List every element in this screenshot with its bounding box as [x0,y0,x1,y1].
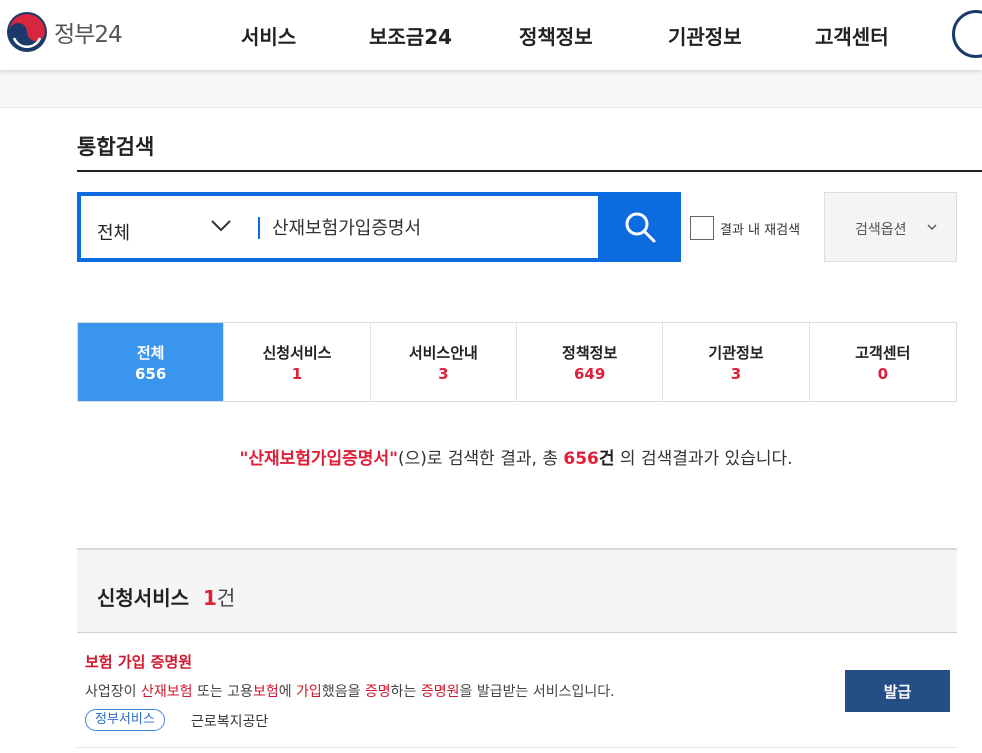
nav-item-service[interactable]: 서비스 [241,21,296,50]
taegeuk-emblem-icon [7,12,47,52]
result-middle-text: (으)로 검색한 결과, 총 [397,449,564,469]
description-text: 사업장이 [85,684,141,700]
tab-all[interactable]: 전체 656 [78,323,225,401]
section-title: 신청서비스 1건 [97,582,235,611]
description-text: 에 [278,684,297,700]
result-summary: "산재보험가입증명서"(으)로 검색한 결과, 총 656건 의 검색결과가 있… [0,444,982,469]
title-divider [77,170,982,172]
recheck-label: 결과 내 재검색 [720,222,801,238]
section-count: 1 [202,586,217,610]
tab-policy-info[interactable]: 정책정보 649 [517,323,664,401]
description-text: 하는 [390,684,421,700]
tab-label: 서비스안내 [408,343,478,362]
result-tail-text: 의 검색결과가 있습니다. [614,449,793,469]
tab-label: 고객센터 [855,343,911,362]
search-box: 전체 [77,192,681,262]
search-input[interactable] [264,196,594,258]
tab-label: 정책정보 [562,343,618,362]
result-count: 656 [563,449,599,469]
tab-application-service[interactable]: 신청서비스 1 [224,323,371,401]
chevron-down-icon [927,224,937,230]
site-header: 정부24 서비스 보조금24 정책정보 기관정보 고객센터 [0,0,982,70]
highlighted-keyword: 증명 [364,684,391,700]
highlighted-keyword: 가입 [296,684,322,700]
tab-label: 전체 [136,343,165,362]
tab-count: 1 [291,364,303,383]
result-unit: 건 [598,449,615,469]
list-item: 보험 가입 증명원 사업장이 산재보험 또는 고용보험에 가입했음을 증명하는 … [77,633,957,748]
nav-item-agency[interactable]: 기관정보 [668,21,742,50]
tab-count: 649 [573,364,606,383]
tab-count: 656 [135,364,167,383]
recheck-checkbox[interactable] [690,216,714,240]
recheck-toggle[interactable]: 결과 내 재검색 [690,216,800,240]
nav-item-policy[interactable]: 정책정보 [519,21,593,50]
item-title-link[interactable]: 보험 가입 증명원 [85,651,192,672]
section-title-label: 신청서비스 [97,586,189,610]
result-keyword: "산재보험가입증명서" [239,449,398,469]
tab-label: 기관정보 [708,343,764,362]
section-unit: 건 [216,586,236,610]
search-options-button[interactable]: 검색옵션 [824,192,957,262]
search-icon [625,212,655,243]
description-text: 또는 고용 [192,684,253,700]
search-options-label: 검색옵션 [855,222,907,238]
tab-customer-center[interactable]: 고객센터 0 [810,323,956,401]
issue-button[interactable]: 발급 [845,670,950,712]
tab-service-guide[interactable]: 서비스안내 3 [371,323,517,401]
search-button[interactable] [598,192,681,262]
highlighted-keyword: 산재보험 [140,684,193,700]
nav-item-customer-center[interactable]: 고객센터 [815,21,889,50]
nav-item-subsidy24[interactable]: 보조금24 [369,21,452,50]
user-menu-icon[interactable] [952,10,982,58]
result-tabs: 전체 656 신청서비스 1 서비스안내 3 정책정보 649 기관정보 3 고… [77,322,957,402]
logo-text: 정부24 [54,22,123,48]
description-text: 했음을 [321,684,365,700]
item-description: 사업장이 산재보험 또는 고용보험에 가입했음을 증명하는 증명원을 발급받는 … [85,681,615,701]
search-divider [258,217,260,239]
tab-agency-info[interactable]: 기관정보 3 [663,323,810,401]
site-logo[interactable]: 정부24 [6,11,123,53]
search-scope-label: 전체 [97,223,131,244]
item-category-tag: 정부서비스 [85,709,165,731]
item-organization: 근로복지공단 [191,714,269,730]
highlighted-keyword: 증명원 [420,684,460,700]
chevron-down-icon [211,220,231,232]
page-title: 통합검색 [77,135,155,159]
tab-count: 3 [730,364,742,383]
highlighted-keyword: 보험 [252,684,279,700]
tab-label: 신청서비스 [262,343,332,362]
search-scope-select[interactable]: 전체 [81,196,259,258]
sub-bar [0,70,982,108]
tab-count: 0 [877,364,889,383]
description-text: 을 발급받는 서비스입니다. [459,684,615,700]
tab-count: 3 [438,364,449,383]
section-header: 신청서비스 1건 [77,548,957,633]
